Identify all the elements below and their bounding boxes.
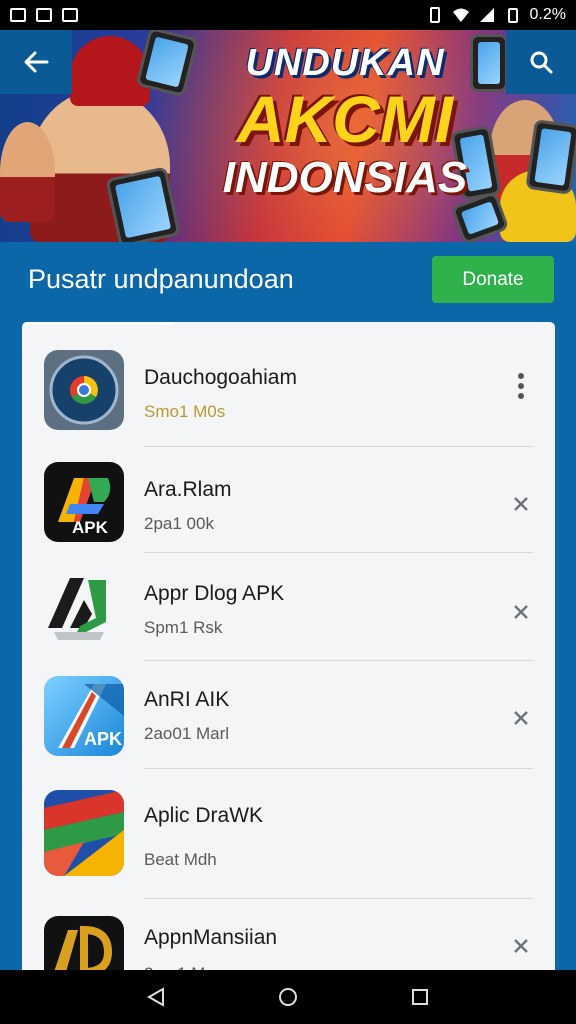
signal-icon (479, 8, 494, 22)
app-name: AnRI AIK (144, 688, 230, 711)
app-icon (44, 570, 124, 650)
banner-phone-3 (470, 34, 508, 92)
close-icon[interactable] (509, 934, 533, 958)
app-icon: APK (44, 462, 124, 542)
banner-title: UNDUKAN AKCMI INDONSIAS (215, 44, 475, 200)
list-item[interactable]: Aplic DraWK Beat Mdh (22, 762, 555, 899)
app-list: Dauchogoahiam Smo1 M0s APK Ara.Rlam 2pa1… (22, 322, 555, 982)
notification-image-icon (36, 8, 52, 22)
search-button[interactable] (506, 30, 576, 94)
list-item[interactable]: APK AnRI AIK 2ao01 Marl (22, 648, 555, 769)
app-icon-label: APK (72, 518, 108, 537)
recents-square-icon[interactable] (409, 986, 431, 1008)
banner-title-line-3: INDONSIAS (222, 153, 468, 202)
app-size: 2pa1 00k (144, 514, 214, 533)
app-size: Beat Mdh (144, 850, 217, 869)
app-icon: APK (44, 676, 124, 756)
list-item[interactable]: APK Ara.Rlam 2pa1 00k (22, 434, 555, 553)
close-icon[interactable] (509, 706, 533, 730)
banner-phone-2 (135, 30, 199, 98)
app-size: Spm1 Rsk (144, 618, 223, 637)
status-bar: 0.2% (0, 0, 576, 30)
notification-app-icon (10, 8, 26, 22)
back-triangle-icon[interactable] (145, 986, 167, 1008)
list-item[interactable]: Dauchogoahiam Smo1 M0s (22, 322, 555, 447)
app-name: Appr Dlog APK (144, 582, 285, 605)
battery-icon (507, 8, 518, 23)
banner-title-line-2: AKCMI (236, 82, 454, 156)
system-nav-bar (0, 970, 576, 1024)
app-name: Dauchogoahiam (144, 366, 297, 389)
hero-banner: UNDUKAN AKCMI INDONSIAS (0, 30, 576, 242)
search-icon (530, 51, 553, 74)
arrow-left-icon (24, 51, 49, 73)
close-icon[interactable] (509, 492, 533, 516)
system-icons: 0.2% (426, 6, 566, 24)
notification-mail-icon (62, 8, 78, 22)
vibrate-icon (429, 7, 440, 23)
app-icon (44, 790, 124, 876)
banner-phone-5 (525, 119, 576, 195)
banner-person-edge (0, 122, 55, 222)
close-icon[interactable] (509, 600, 533, 624)
back-button[interactable] (0, 30, 72, 94)
wifi-icon (452, 8, 469, 22)
donate-button[interactable]: Donate (432, 256, 554, 303)
banner-title-line-1: UNDUKAN (245, 42, 445, 84)
app-size: 2ao01 Marl (144, 724, 230, 743)
page-title: Pusatr undpanundoan (28, 264, 294, 294)
list-item[interactable]: Appr Dlog APK Spm1 Rsk (22, 542, 555, 661)
app-name: Aplic DraWK (144, 804, 264, 827)
home-circle-icon[interactable] (277, 986, 299, 1008)
notification-icons (10, 8, 78, 22)
app-name: Ara.Rlam (144, 478, 232, 501)
app-name: AppnMansiian (144, 926, 278, 949)
battery-level: 0.2% (529, 6, 566, 23)
app-size: Smo1 M0s (144, 402, 226, 421)
more-icon[interactable] (509, 373, 533, 399)
app-icon-label: APK (84, 729, 123, 749)
app-icon (44, 350, 124, 430)
